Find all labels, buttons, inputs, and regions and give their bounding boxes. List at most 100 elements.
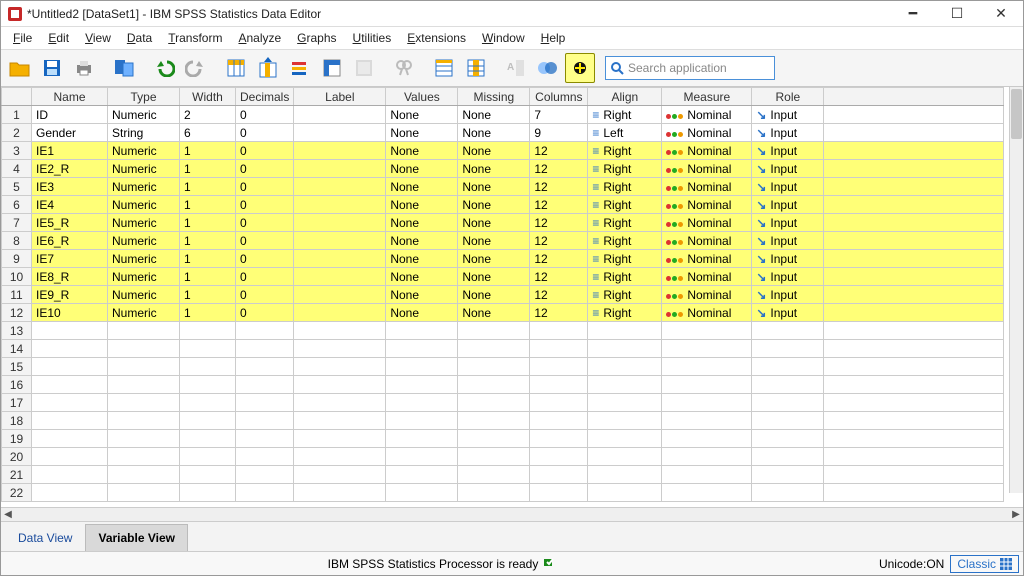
find-icon[interactable] xyxy=(389,53,419,83)
cell-role[interactable]: Input xyxy=(752,214,824,232)
cell-decimals[interactable]: 0 xyxy=(236,196,294,214)
cell-align[interactable]: Right xyxy=(588,214,662,232)
recall-dialog-icon[interactable] xyxy=(109,53,139,83)
cell-columns[interactable]: 9 xyxy=(530,124,588,142)
table-row[interactable]: 9IE7Numeric10NoneNone12RightNominalInput xyxy=(2,250,1004,268)
cell-label[interactable] xyxy=(294,232,386,250)
cell-name[interactable]: IE5_R xyxy=(32,214,108,232)
cell-align[interactable]: Right xyxy=(588,232,662,250)
cell-name[interactable]: IE4 xyxy=(32,196,108,214)
cell-missing[interactable]: None xyxy=(458,250,530,268)
undo-icon[interactable] xyxy=(149,53,179,83)
table-row[interactable]: 1IDNumeric20NoneNone7RightNominalInput xyxy=(2,106,1004,124)
cell-width[interactable]: 1 xyxy=(180,304,236,322)
cell-align[interactable]: Right xyxy=(588,304,662,322)
cell-measure[interactable]: Nominal xyxy=(662,196,752,214)
column-header-align[interactable]: Align xyxy=(588,88,662,106)
close-button[interactable]: ✕ xyxy=(979,1,1023,27)
save-icon[interactable] xyxy=(37,53,67,83)
menu-window[interactable]: Window xyxy=(474,29,533,47)
cell-width[interactable]: 1 xyxy=(180,268,236,286)
table-row-empty[interactable]: 14 xyxy=(2,340,1004,358)
row-number[interactable]: 20 xyxy=(2,448,32,466)
cell-type[interactable]: Numeric xyxy=(108,304,180,322)
cell-values[interactable]: None xyxy=(386,142,458,160)
split-file-icon[interactable] xyxy=(429,53,459,83)
cell-decimals[interactable]: 0 xyxy=(236,160,294,178)
row-number[interactable]: 14 xyxy=(2,340,32,358)
menu-extensions[interactable]: Extensions xyxy=(399,29,474,47)
row-number[interactable]: 4 xyxy=(2,160,32,178)
row-number[interactable]: 11 xyxy=(2,286,32,304)
column-header-role[interactable]: Role xyxy=(752,88,824,106)
cell-role[interactable]: Input xyxy=(752,304,824,322)
redo-icon[interactable] xyxy=(181,53,211,83)
row-number[interactable]: 22 xyxy=(2,484,32,502)
cell-decimals[interactable]: 0 xyxy=(236,178,294,196)
cell-values[interactable]: None xyxy=(386,196,458,214)
cell-name[interactable]: ID xyxy=(32,106,108,124)
run-icon[interactable] xyxy=(349,53,379,83)
cell-missing[interactable]: None xyxy=(458,286,530,304)
cell-values[interactable]: None xyxy=(386,214,458,232)
cell-align[interactable]: Right xyxy=(588,196,662,214)
use-sets-icon[interactable] xyxy=(565,53,595,83)
column-header-width[interactable]: Width xyxy=(180,88,236,106)
cell-columns[interactable]: 12 xyxy=(530,268,588,286)
column-header-values[interactable]: Values xyxy=(386,88,458,106)
cell-columns[interactable]: 12 xyxy=(530,178,588,196)
cell-role[interactable]: Input xyxy=(752,106,824,124)
cell-type[interactable]: Numeric xyxy=(108,250,180,268)
cell-align[interactable]: Right xyxy=(588,268,662,286)
cell-role[interactable]: Input xyxy=(752,124,824,142)
cell-align[interactable]: Right xyxy=(588,142,662,160)
cell-measure[interactable]: Nominal xyxy=(662,304,752,322)
cell-width[interactable]: 1 xyxy=(180,214,236,232)
cell-values[interactable]: None xyxy=(386,124,458,142)
cell-align[interactable]: Right xyxy=(588,250,662,268)
menu-analyze[interactable]: Analyze xyxy=(230,29,289,47)
column-header-measure[interactable]: Measure xyxy=(662,88,752,106)
cell-label[interactable] xyxy=(294,106,386,124)
cell-align[interactable]: Right xyxy=(588,160,662,178)
run-desc-icon[interactable] xyxy=(317,53,347,83)
cell-type[interactable]: Numeric xyxy=(108,142,180,160)
cell-columns[interactable]: 12 xyxy=(530,250,588,268)
cell-name[interactable]: IE2_R xyxy=(32,160,108,178)
table-row[interactable]: 4IE2_RNumeric10NoneNone12RightNominalInp… xyxy=(2,160,1004,178)
cell-name[interactable]: IE7 xyxy=(32,250,108,268)
table-row-empty[interactable]: 17 xyxy=(2,394,1004,412)
cell-decimals[interactable]: 0 xyxy=(236,142,294,160)
cell-width[interactable]: 1 xyxy=(180,250,236,268)
goto-variable-icon[interactable] xyxy=(253,53,283,83)
cell-align[interactable]: Right xyxy=(588,178,662,196)
minimize-button[interactable]: ━ xyxy=(891,1,935,27)
cell-label[interactable] xyxy=(294,178,386,196)
row-number[interactable]: 17 xyxy=(2,394,32,412)
table-row-empty[interactable]: 20 xyxy=(2,448,1004,466)
cell-type[interactable]: Numeric xyxy=(108,196,180,214)
table-row-empty[interactable]: 16 xyxy=(2,376,1004,394)
tab-variable-view[interactable]: Variable View xyxy=(85,524,188,551)
cell-label[interactable] xyxy=(294,286,386,304)
menu-file[interactable]: File xyxy=(5,29,40,47)
cell-decimals[interactable]: 0 xyxy=(236,232,294,250)
column-header-name[interactable]: Name xyxy=(32,88,108,106)
cell-values[interactable]: None xyxy=(386,268,458,286)
column-header-type[interactable]: Type xyxy=(108,88,180,106)
cell-values[interactable]: None xyxy=(386,250,458,268)
corner-cell[interactable] xyxy=(2,88,32,106)
column-header-decimals[interactable]: Decimals xyxy=(236,88,294,106)
cell-name[interactable]: IE6_R xyxy=(32,232,108,250)
menu-edit[interactable]: Edit xyxy=(40,29,77,47)
cell-type[interactable]: Numeric xyxy=(108,214,180,232)
row-number[interactable]: 15 xyxy=(2,358,32,376)
row-number[interactable]: 21 xyxy=(2,466,32,484)
table-row-empty[interactable]: 18 xyxy=(2,412,1004,430)
menu-help[interactable]: Help xyxy=(533,29,574,47)
cell-columns[interactable]: 12 xyxy=(530,286,588,304)
cell-align[interactable]: Right xyxy=(588,106,662,124)
row-number[interactable]: 3 xyxy=(2,142,32,160)
classic-mode-button[interactable]: Classic xyxy=(950,555,1019,573)
row-number[interactable]: 6 xyxy=(2,196,32,214)
